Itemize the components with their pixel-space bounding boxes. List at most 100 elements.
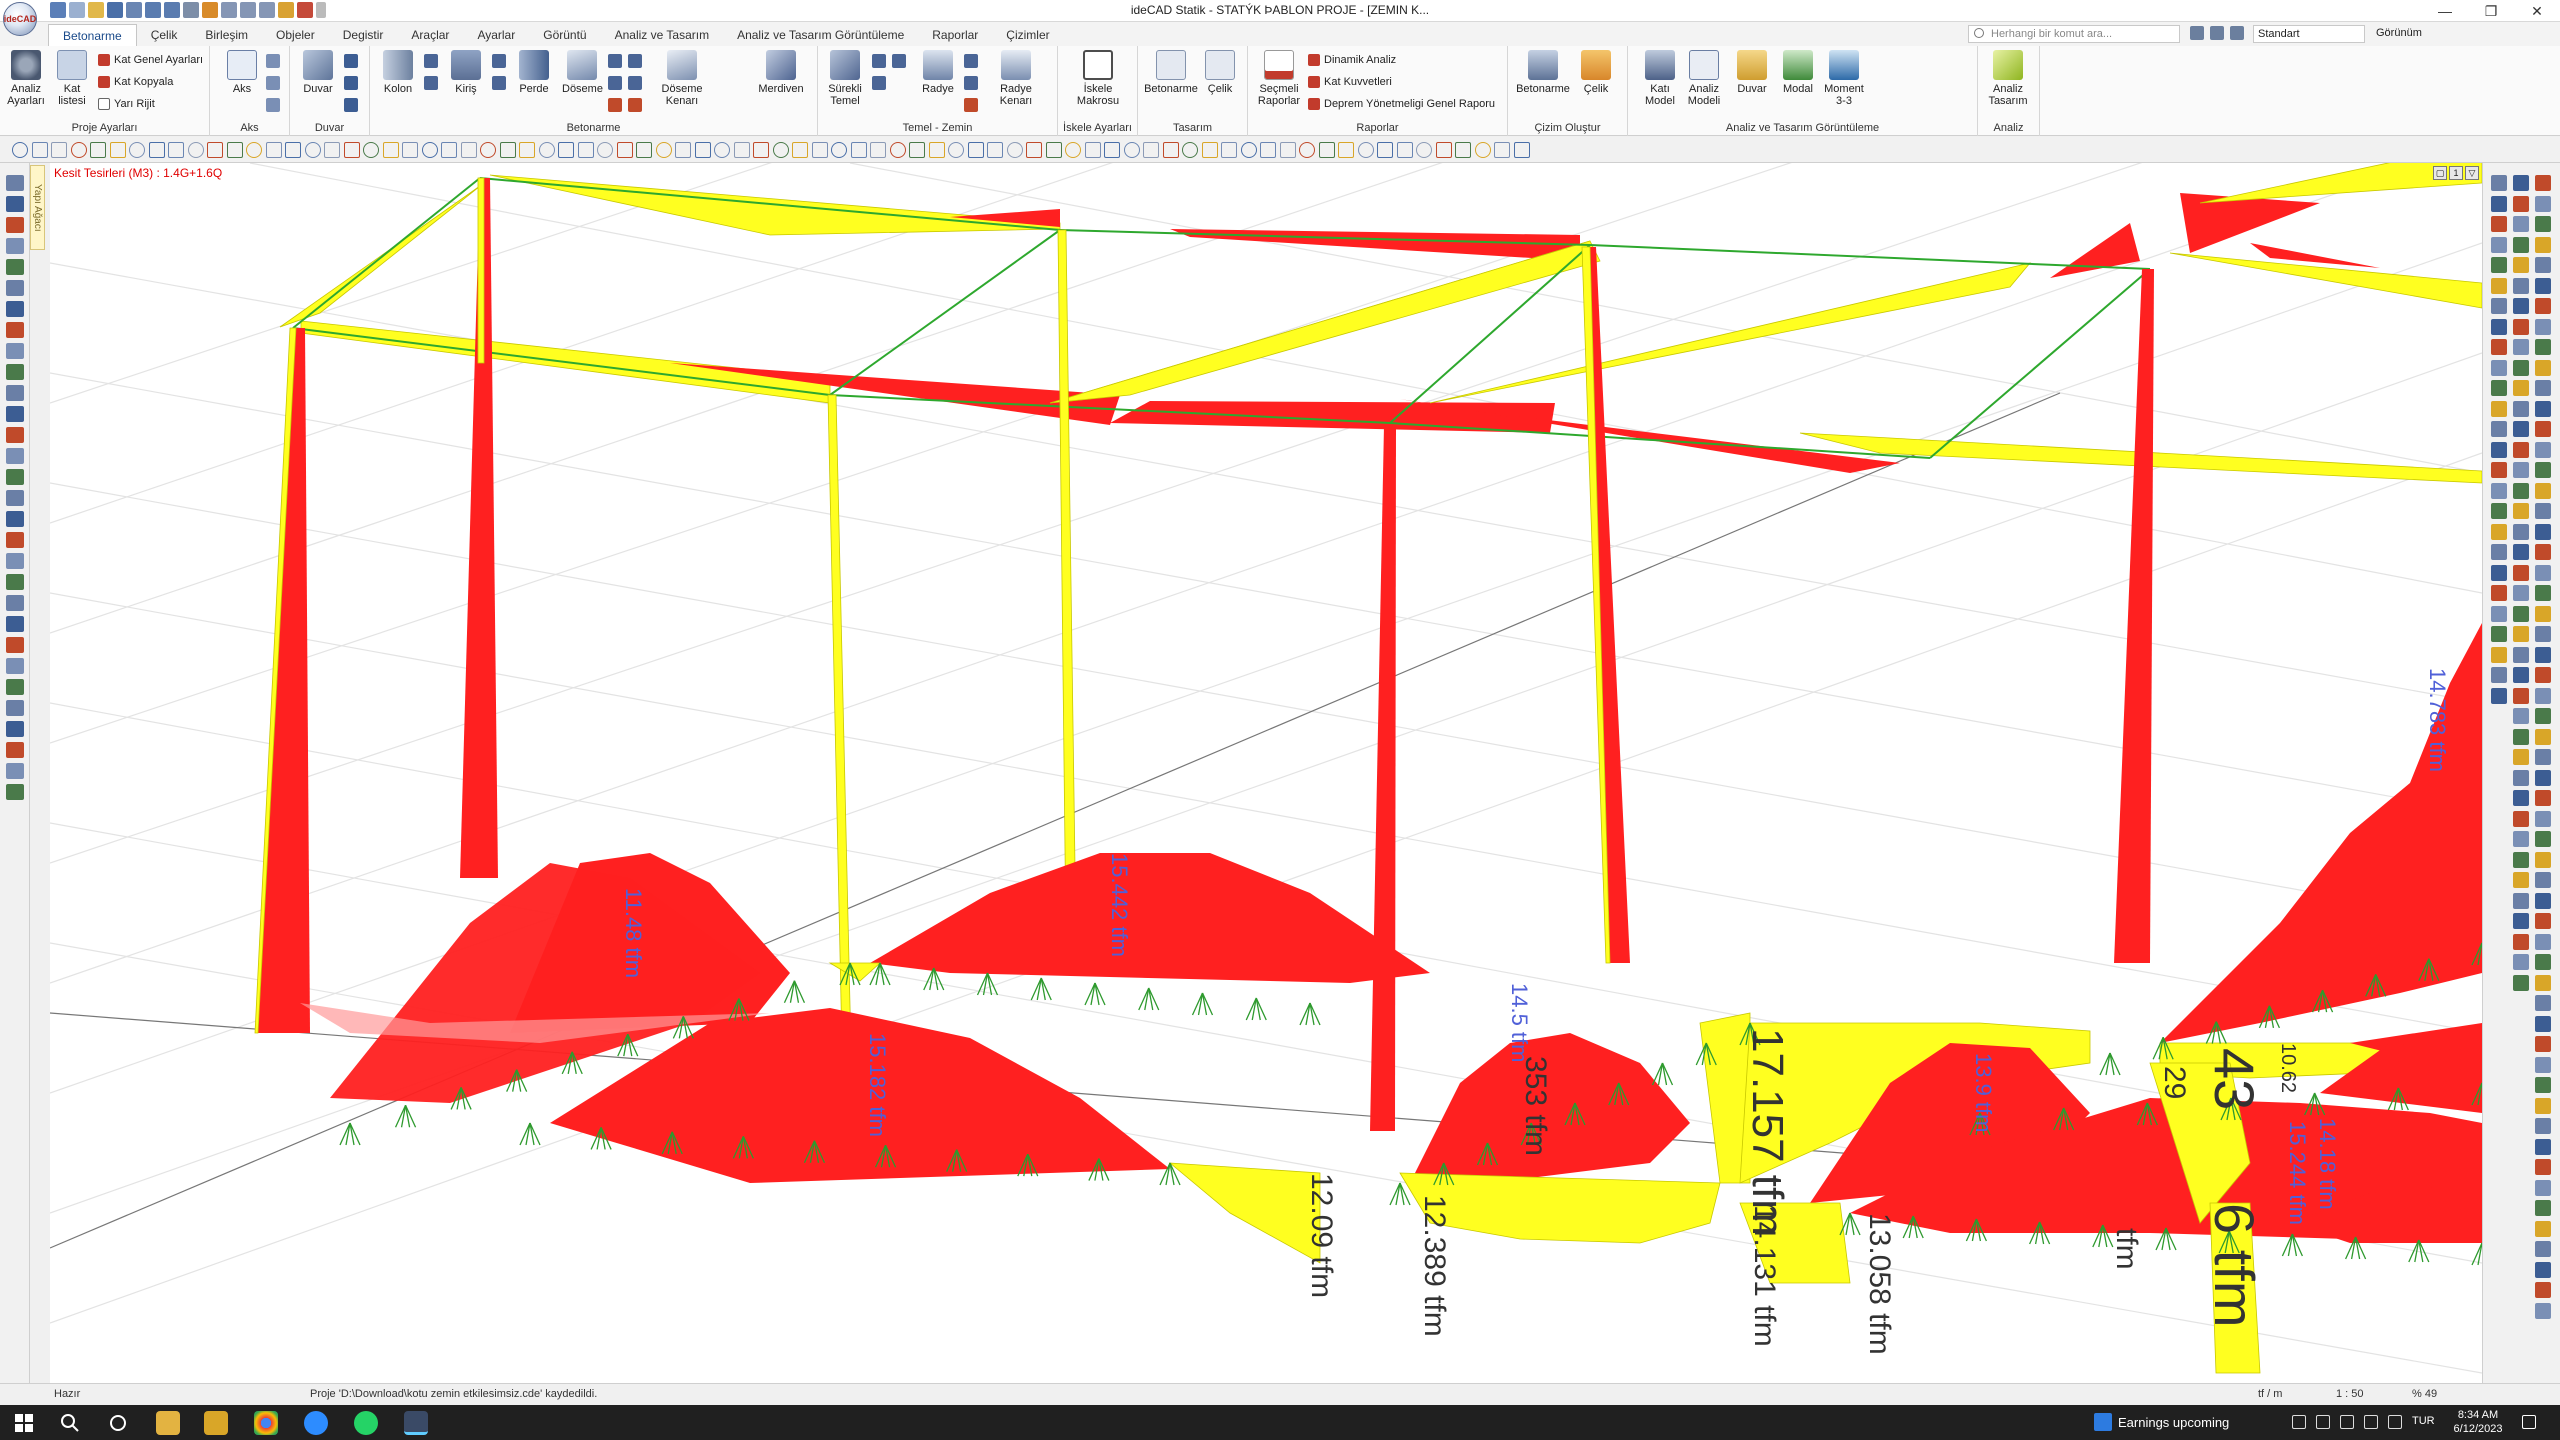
drawing-tool-icon[interactable] [987, 142, 1003, 158]
zoom-indicator[interactable]: % 49 [2412, 1388, 2437, 1400]
left-tool-icon[interactable] [6, 763, 24, 779]
right-tool-icon[interactable] [2535, 687, 2551, 704]
drawing-tool-icon[interactable] [168, 142, 184, 158]
footing-option-icon[interactable] [892, 54, 906, 68]
drawing-tool-icon[interactable] [1006, 142, 1023, 158]
modal-button[interactable]: Modal [1778, 50, 1818, 95]
stocks-icon[interactable] [2094, 1413, 2112, 1431]
cizim-celik-button[interactable]: Çelik [1576, 50, 1616, 95]
kat-listesi-button[interactable]: Kat listesi [52, 50, 92, 107]
minimize-button[interactable]: — [2422, 0, 2468, 22]
right-tool-icon[interactable] [2535, 503, 2551, 519]
right-tool-icon[interactable] [2535, 1220, 2551, 1237]
view-menu[interactable]: Görünüm [2376, 27, 2422, 39]
kat-kuvvetleri-button[interactable]: Kat Kuvvetleri [1308, 76, 1392, 88]
right-tool-icon[interactable] [2535, 974, 2551, 991]
right-tool-icon[interactable] [2491, 380, 2507, 396]
drawing-tool-icon[interactable] [1494, 142, 1510, 158]
perde-button[interactable]: Perde [514, 50, 554, 95]
drawing-tool-icon[interactable] [889, 142, 906, 158]
drawing-tool-icon[interactable] [1474, 142, 1491, 158]
right-tool-icon[interactable] [2535, 933, 2551, 950]
windows-start-icon[interactable] [12, 1411, 36, 1435]
drawing-tool-icon[interactable] [967, 142, 984, 158]
drawing-tool-icon[interactable] [70, 142, 87, 158]
kiris-button[interactable]: Kiriş [446, 50, 486, 95]
duvar-button[interactable]: Duvar [298, 50, 338, 95]
drawing-tool-icon[interactable] [265, 142, 282, 158]
right-tool-icon[interactable] [2491, 605, 2507, 622]
wall-option-icon[interactable] [344, 54, 358, 68]
ribbon-tab[interactable]: Betonarme [48, 24, 137, 46]
right-tool-icon[interactable] [2535, 954, 2551, 970]
right-tool-icon[interactable] [2513, 421, 2529, 437]
drawing-tool-icon[interactable] [1123, 142, 1140, 158]
right-tool-icon[interactable] [2513, 933, 2529, 950]
beam-tool-icon[interactable] [492, 54, 506, 68]
right-tool-icon[interactable] [2535, 831, 2551, 847]
drawing-tool-icon[interactable] [792, 142, 808, 158]
right-tool-icon[interactable] [2513, 359, 2529, 376]
drawing-tool-icon[interactable] [1513, 142, 1530, 158]
right-tool-icon[interactable] [2513, 544, 2529, 560]
raft-load-icon[interactable] [964, 98, 978, 112]
right-tool-icon[interactable] [2513, 728, 2529, 745]
right-tool-icon[interactable] [2535, 257, 2551, 273]
kat-genel-ayarlari-button[interactable]: Kat Genel Ayarları [98, 54, 203, 66]
window-icon[interactable] [2190, 26, 2204, 40]
moment-button[interactable]: Moment 3-3 [1824, 50, 1864, 107]
slab-load-icon[interactable] [608, 98, 622, 112]
slab-tool-icon[interactable] [608, 54, 622, 68]
ribbon-tab[interactable]: Degistir [329, 24, 398, 46]
right-tool-icon[interactable] [2535, 646, 2551, 663]
right-tool-icon[interactable] [2491, 646, 2507, 663]
drawing-tool-icon[interactable] [1416, 142, 1432, 158]
drawing-tool-icon[interactable] [694, 142, 711, 158]
radye-kenari-button[interactable]: Radye Kenarı [988, 50, 1044, 107]
gorunum-duvar-button[interactable]: Duvar [1732, 50, 1772, 95]
drawing-tool-icon[interactable] [831, 142, 847, 158]
left-tool-icon[interactable] [6, 679, 24, 695]
raft-edit-icon[interactable] [964, 76, 978, 90]
right-tool-icon[interactable] [2491, 482, 2507, 499]
axis-rotate-icon[interactable] [266, 76, 280, 90]
ribbon-tab[interactable]: Analiz ve Tasarım [601, 24, 723, 46]
drawing-tool-icon[interactable] [1240, 142, 1257, 158]
left-tool-icon[interactable] [6, 196, 24, 212]
right-tool-icon[interactable] [2535, 175, 2551, 191]
drawing-tool-icon[interactable] [499, 142, 516, 158]
maximize-button[interactable]: ❐ [2468, 0, 2514, 22]
right-tool-icon[interactable] [2535, 995, 2551, 1011]
kat-kopyala-button[interactable]: Kat Kopyala [98, 76, 173, 88]
right-tool-icon[interactable] [2535, 1056, 2551, 1073]
right-tool-icon[interactable] [2491, 339, 2507, 355]
style-dropdown[interactable]: Standart [2253, 25, 2365, 43]
left-tool-icon[interactable] [6, 427, 24, 443]
right-tool-icon[interactable] [2535, 421, 2551, 437]
drawing-tool-icon[interactable] [31, 142, 48, 158]
left-tool-icon[interactable] [6, 343, 24, 359]
right-tool-icon[interactable] [2491, 687, 2507, 704]
right-tool-icon[interactable] [2513, 687, 2529, 704]
right-tool-icon[interactable] [2491, 523, 2507, 540]
right-tool-icon[interactable] [2513, 749, 2529, 765]
drawing-tool-icon[interactable] [1201, 142, 1218, 158]
right-tool-icon[interactable] [2513, 298, 2529, 314]
right-tool-icon[interactable] [2535, 1200, 2551, 1216]
right-tool-icon[interactable] [2513, 954, 2529, 970]
drawing-tool-icon[interactable] [714, 142, 730, 158]
right-tool-icon[interactable] [2491, 359, 2507, 376]
left-tool-icon[interactable] [6, 721, 24, 737]
drawing-tool-icon[interactable] [402, 142, 418, 158]
right-tool-icon[interactable] [2513, 462, 2529, 478]
drawing-tool-icon[interactable] [1065, 142, 1081, 158]
right-tool-icon[interactable] [2535, 1118, 2551, 1134]
doseme-button[interactable]: Döseme [562, 50, 603, 95]
right-tool-icon[interactable] [2491, 298, 2507, 314]
right-tool-icon[interactable] [2491, 277, 2507, 294]
drawing-tool-icon[interactable] [577, 142, 594, 158]
whatsapp-icon[interactable] [354, 1411, 378, 1435]
right-tool-icon[interactable] [2535, 605, 2551, 622]
drawing-tool-icon[interactable] [304, 142, 321, 158]
analiz-ayarlari-button[interactable]: Analiz Ayarları [6, 50, 46, 107]
